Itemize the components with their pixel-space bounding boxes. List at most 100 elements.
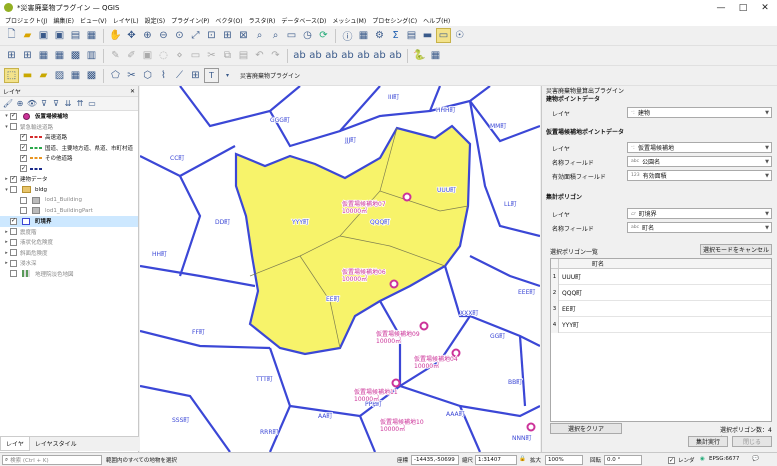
cancel-selection-mode-button[interactable]: 選択モードをキャンセル xyxy=(700,244,772,255)
save-project-icon[interactable]: ▣ xyxy=(36,28,51,43)
layer-row[interactable]: ▸ 液状化危険度 xyxy=(0,237,138,248)
layer-visibility-checkbox[interactable]: ✓ xyxy=(10,217,17,225)
zoom-native-icon[interactable]: ⊠ xyxy=(236,28,251,43)
menu-edit[interactable]: 編集(E) xyxy=(50,16,76,25)
coordinate-field[interactable]: -14435,-50699 xyxy=(411,455,459,465)
layer-row[interactable]: 地理院淡色地図 xyxy=(0,269,138,280)
split-features-icon[interactable]: ✂ xyxy=(124,68,139,83)
dropdown-chevron-icon[interactable]: ▾ xyxy=(220,68,235,83)
select-by-expression-icon[interactable]: ▰ xyxy=(36,68,51,83)
menu-plugins[interactable]: プラグイン(P) xyxy=(168,16,212,25)
expand-arrow-icon[interactable]: ▸ xyxy=(3,260,10,266)
pan-to-selection-icon[interactable]: ✥ xyxy=(124,28,139,43)
expand-arrow-icon[interactable]: ▸ xyxy=(3,229,10,235)
table-row[interactable]: 1 UUU町 xyxy=(551,268,771,285)
layout-manager-icon[interactable]: ▦ xyxy=(84,28,99,43)
menu-layer[interactable]: レイヤ(L) xyxy=(110,16,142,25)
menu-help[interactable]: ヘルプ(H) xyxy=(420,16,453,25)
table-icon[interactable]: ▤ xyxy=(404,28,419,43)
building-layer-combo[interactable]: ·: 建物 ▼ xyxy=(627,107,772,118)
text-annotation-icon[interactable]: T xyxy=(204,68,219,83)
layer-row[interactable]: ▸ 浸水深 xyxy=(0,258,138,269)
layer-visibility-checkbox[interactable] xyxy=(10,238,17,246)
new-temp-layer-icon[interactable]: ▦ xyxy=(52,48,67,63)
layer-visibility-checkbox[interactable] xyxy=(20,207,27,215)
minimize-button[interactable]: — xyxy=(710,0,732,15)
delete-feature-icon[interactable]: ▭ xyxy=(188,48,203,63)
expand-all-icon[interactable]: ⇊ xyxy=(63,99,73,109)
add-group-icon[interactable]: ⊕ xyxy=(15,99,25,109)
run-aggregation-button[interactable]: 集計実行 xyxy=(688,436,728,447)
table-header-town[interactable]: 町名 xyxy=(559,259,637,268)
temporal-icon[interactable]: ◷ xyxy=(300,28,315,43)
collapse-all-icon[interactable]: ⇈ xyxy=(75,99,85,109)
change-label-icon[interactable]: ab xyxy=(388,48,403,63)
add-feature-icon[interactable]: ◌ xyxy=(156,48,171,63)
python-console-icon[interactable]: 🐍 xyxy=(412,48,427,63)
maximize-button[interactable]: □ xyxy=(732,0,754,15)
expand-arrow-icon[interactable]: ▸ xyxy=(3,239,10,245)
filter-expression-icon[interactable]: ⊽ xyxy=(51,99,61,109)
label-tool-icon[interactable]: ab xyxy=(308,48,323,63)
invert-selection-icon[interactable]: ▩ xyxy=(84,68,99,83)
messages-icon[interactable]: 💬 xyxy=(752,456,759,462)
layers-panel-close-icon[interactable]: ✕ xyxy=(130,88,135,95)
new-map-view-icon[interactable]: ▭ xyxy=(284,28,299,43)
simplify-icon[interactable]: ⟋ xyxy=(172,68,187,83)
layer-visibility-checkbox[interactable] xyxy=(20,196,27,204)
globe-crs-icon[interactable]: ◉ xyxy=(700,456,705,462)
label-abc-icon[interactable]: ab xyxy=(292,48,307,63)
deselect-icon[interactable]: ▨ xyxy=(52,68,67,83)
layer-row[interactable]: ✓ 高速道路 xyxy=(0,132,138,143)
layer-visibility-checkbox[interactable]: ✓ xyxy=(20,154,27,162)
menu-database[interactable]: データベース(D) xyxy=(278,16,329,25)
layer-row[interactable]: ▸ ✓ 建物データ xyxy=(0,174,138,185)
reshape-icon[interactable]: ⬡ xyxy=(140,68,155,83)
polygon-name-field-combo[interactable]: abc 町名 ▼ xyxy=(627,222,772,233)
copy-icon[interactable]: ⧉ xyxy=(220,48,235,63)
offset-curve-icon[interactable]: ⌇ xyxy=(156,68,171,83)
menu-processing[interactable]: プロセシング(C) xyxy=(369,16,420,25)
layer-row[interactable]: ▾ bldg xyxy=(0,185,138,196)
tab-layers[interactable]: レイヤ xyxy=(0,437,30,451)
add-raster-icon[interactable]: ▩ xyxy=(68,48,83,63)
layer-row[interactable]: ▾ 緊急輸送道路 xyxy=(0,122,138,133)
annotation-icon[interactable]: ☉ xyxy=(452,28,467,43)
layer-visibility-checkbox[interactable] xyxy=(10,259,17,267)
site-marker[interactable] xyxy=(391,378,401,388)
layer-visibility-checkbox[interactable]: ✓ xyxy=(20,144,27,152)
vertex-tool-icon[interactable]: ⋄ xyxy=(172,48,187,63)
site-area-field-combo[interactable]: 123 有効面積 ▼ xyxy=(627,170,772,181)
toggle-editing-icon[interactable]: ✐ xyxy=(124,48,139,63)
layer-visibility-checkbox[interactable]: ✓ xyxy=(20,133,27,141)
magnifier-spinbox[interactable]: 100% xyxy=(545,455,583,465)
menu-view[interactable]: ビュー(V) xyxy=(77,16,110,25)
layer-row[interactable]: ▸ 震度階 xyxy=(0,227,138,238)
layer-visibility-checkbox[interactable] xyxy=(10,270,17,278)
filter-legend-icon[interactable]: ⊽ xyxy=(39,99,49,109)
layer-row[interactable]: ▸ 斜面危険度 xyxy=(0,248,138,259)
redo-icon[interactable]: ↷ xyxy=(268,48,283,63)
save-as-icon[interactable]: ▣ xyxy=(52,28,67,43)
layer-row[interactable]: ✓ 国道、主要地方道、県道、市町村道 xyxy=(0,143,138,154)
site-name-field-combo[interactable]: abc 公園名 ▼ xyxy=(627,156,772,167)
zoom-to-selection-icon[interactable]: ⊡ xyxy=(204,28,219,43)
select-all-icon[interactable]: ▦ xyxy=(68,68,83,83)
layer-row[interactable]: lod1_BuildingPart xyxy=(0,206,138,217)
site-marker[interactable] xyxy=(526,422,536,432)
expand-arrow-icon[interactable]: ▸ xyxy=(3,176,10,182)
expand-arrow-icon[interactable]: ▾ xyxy=(3,113,10,119)
layer-visibility-checkbox[interactable] xyxy=(10,228,17,236)
layer-row[interactable]: ✓ xyxy=(0,164,138,175)
undo-icon[interactable]: ↶ xyxy=(252,48,267,63)
scale-lock-icon[interactable]: 🔒 xyxy=(519,456,526,462)
menu-vector[interactable]: ベクタ(O) xyxy=(212,16,245,25)
close-window-button[interactable]: ✕ xyxy=(754,0,776,15)
tab-layer-styling[interactable]: レイヤスタイル xyxy=(30,437,82,451)
menu-mesh[interactable]: メッシュ(M) xyxy=(329,16,369,25)
settings-gear-icon[interactable]: ⚙ xyxy=(372,28,387,43)
layer-row[interactable]: ✓ その他道路 xyxy=(0,153,138,164)
expand-arrow-icon[interactable]: ▸ xyxy=(3,250,10,256)
statistics-sigma-icon[interactable]: Σ xyxy=(388,28,403,43)
layer-visibility-checkbox[interactable]: ✓ xyxy=(10,175,17,183)
